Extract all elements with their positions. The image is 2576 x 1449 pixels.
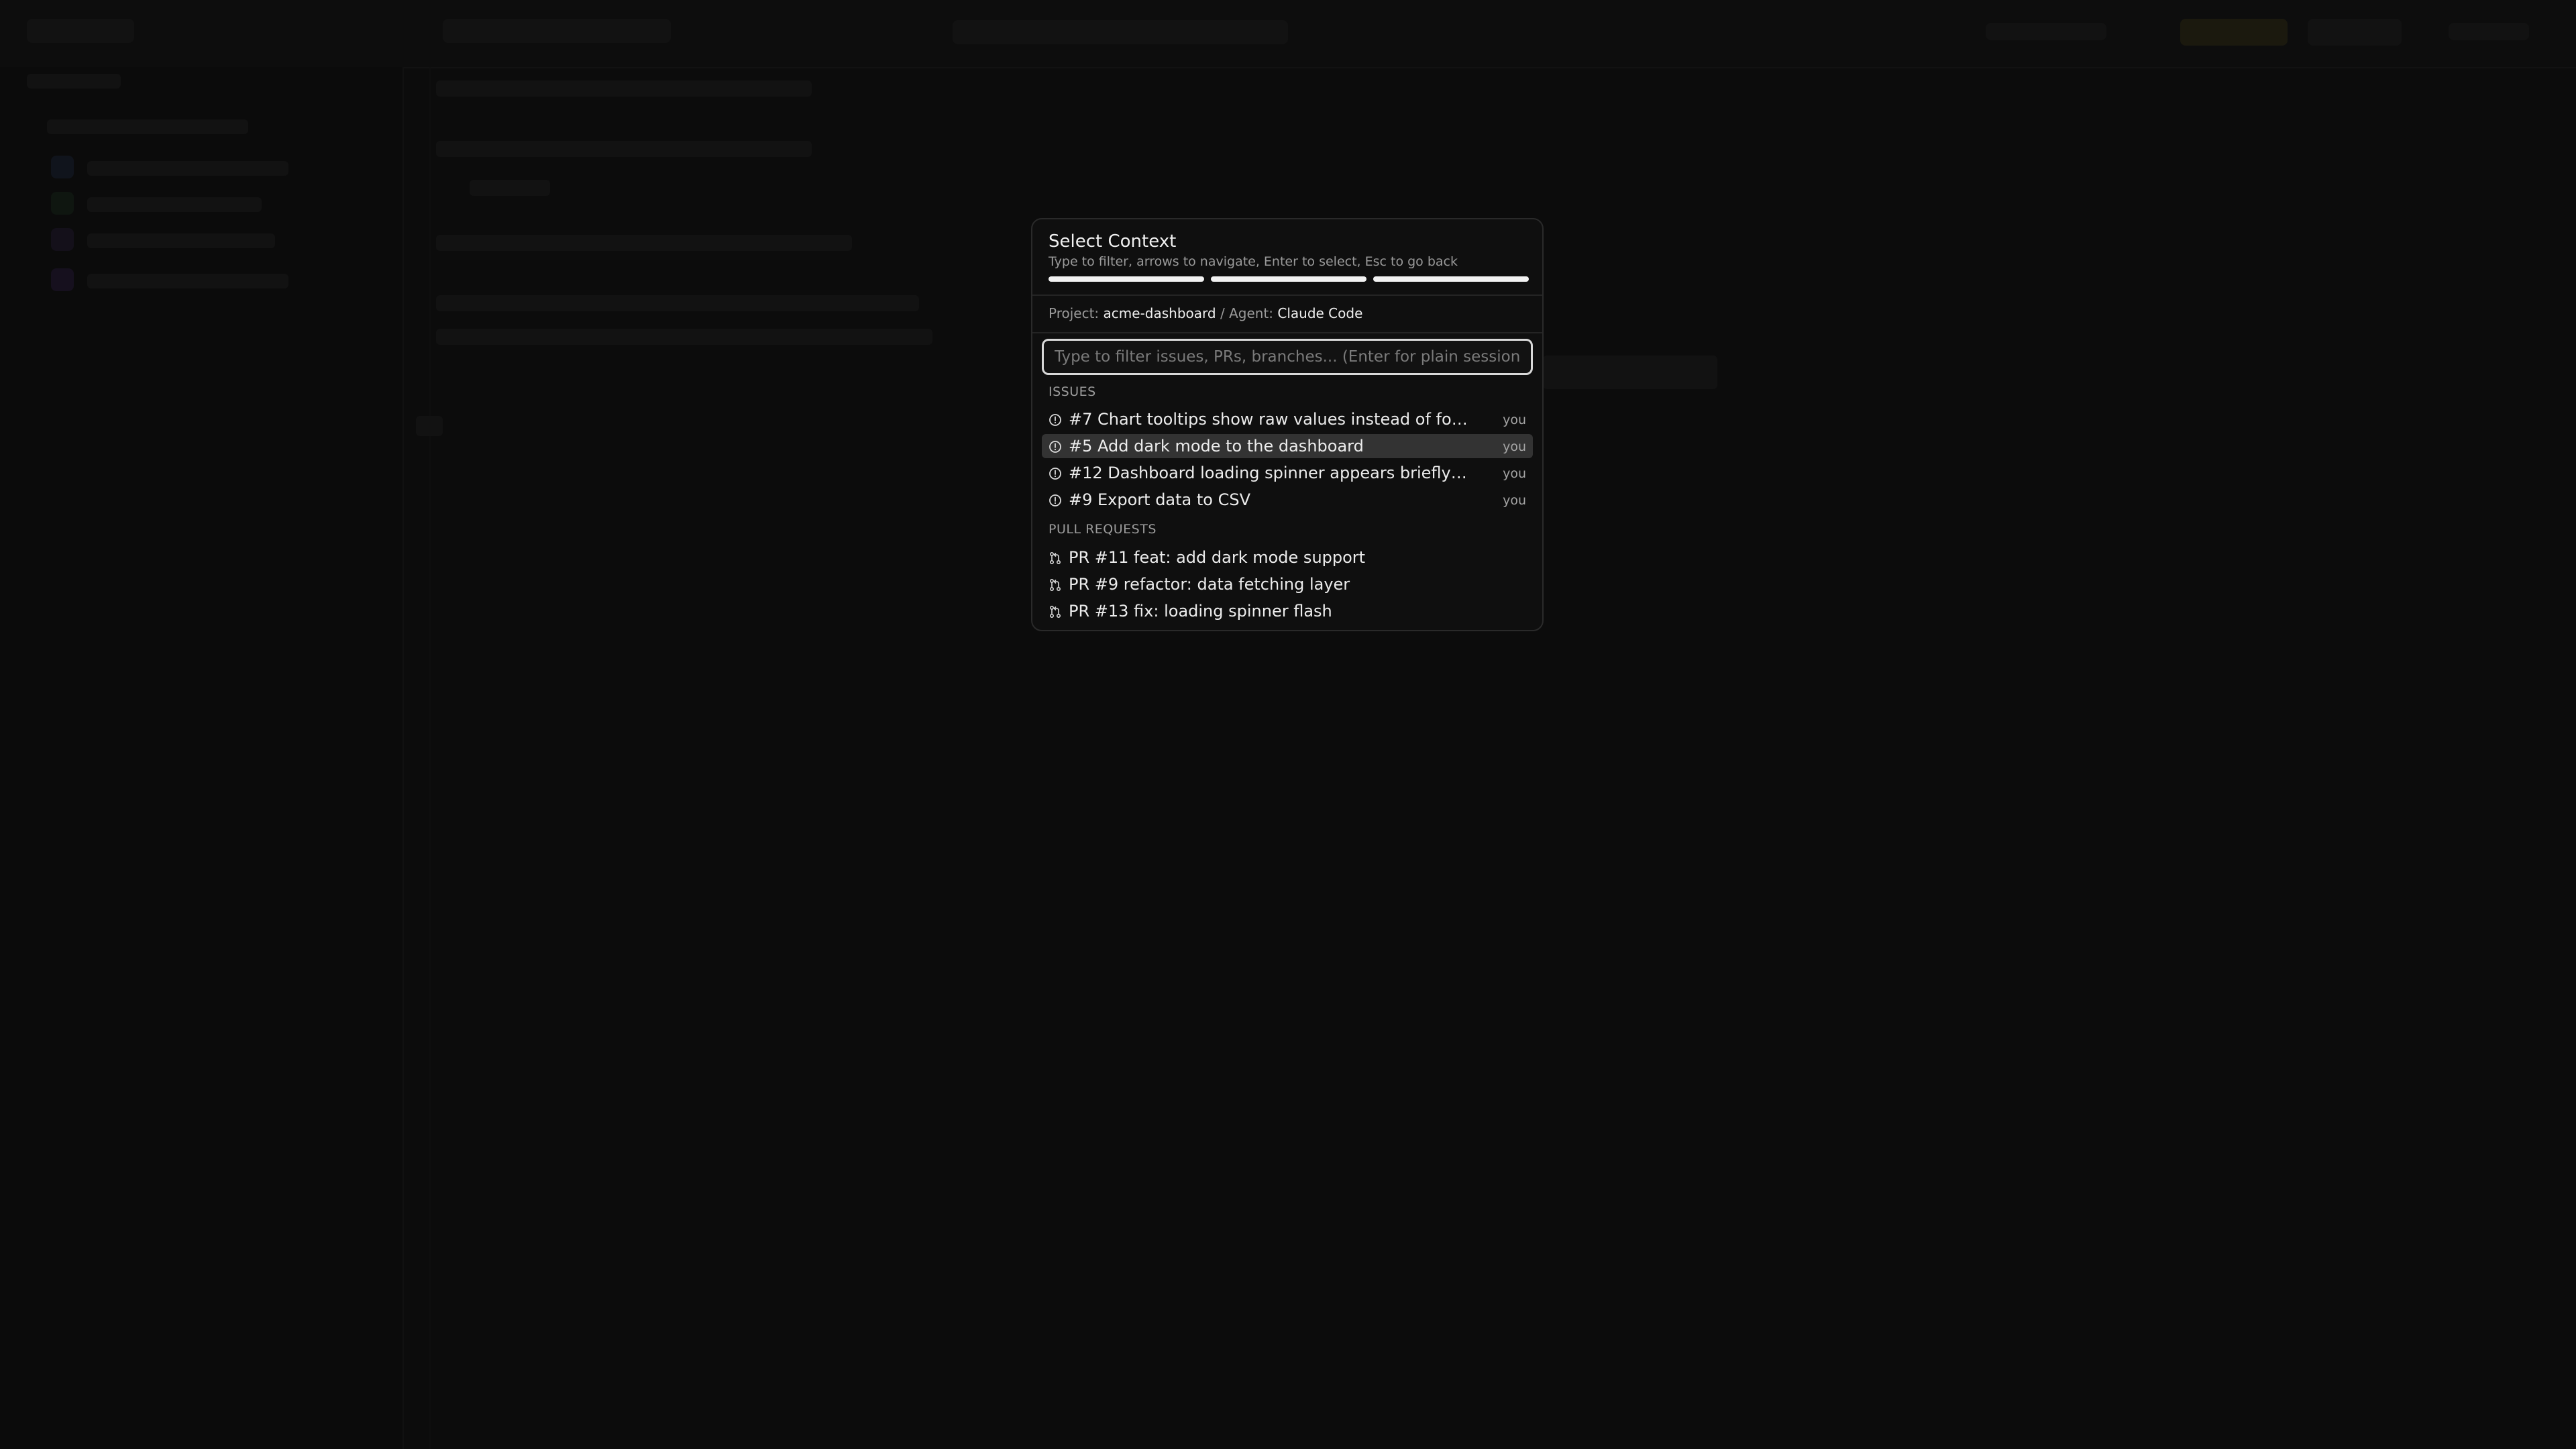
step-indicator: [1373, 276, 1529, 282]
step-progress: [1049, 276, 1529, 282]
pull-request-item[interactable]: PR #9 refactor: data fetching layer: [1042, 572, 1533, 596]
issues-section-label: ISSUES: [1049, 384, 1096, 399]
issue-item[interactable]: #5 Add dark mode to the dashboard you: [1042, 434, 1533, 458]
modal-header: Select Context Type to filter, arrows to…: [1032, 219, 1542, 296]
issue-item[interactable]: #9 Export data to CSV you: [1042, 488, 1533, 512]
issue-title: #12 Dashboard loading spinner appears br…: [1069, 464, 1471, 482]
pull-request-title: PR #9 refactor: data fetching layer: [1069, 575, 1350, 594]
modal-title: Select Context: [1049, 231, 1177, 252]
pull-requests-section-label: PULL REQUESTS: [1049, 522, 1157, 537]
modal-subtitle: Type to filter, arrows to navigate, Ente…: [1049, 254, 1458, 269]
agent-value: Claude Code: [1277, 305, 1363, 321]
step-indicator: [1049, 276, 1204, 282]
breadcrumb: Project: acme-dashboard / Agent: Claude …: [1049, 305, 1362, 321]
select-context-modal: Select Context Type to filter, arrows to…: [1031, 218, 1544, 631]
pull-request-icon: [1049, 578, 1062, 592]
pull-request-icon: [1049, 551, 1062, 565]
pull-request-icon: [1049, 605, 1062, 619]
assignee-label: you: [1503, 466, 1526, 481]
pull-request-item[interactable]: PR #11 feat: add dark mode support: [1042, 545, 1533, 570]
agent-label: Agent:: [1229, 305, 1273, 321]
assignee-label: you: [1503, 439, 1526, 454]
step-indicator: [1211, 276, 1366, 282]
issue-circle-icon: [1049, 494, 1062, 507]
project-value: acme-dashboard: [1103, 305, 1216, 321]
pull-request-item[interactable]: PR #13 fix: loading spinner flash: [1042, 599, 1533, 623]
issue-item[interactable]: #12 Dashboard loading spinner appears br…: [1042, 461, 1533, 485]
issue-circle-icon: [1049, 467, 1062, 480]
issue-item[interactable]: #7 Chart tooltips show raw values instea…: [1042, 407, 1533, 431]
issue-title: #5 Add dark mode to the dashboard: [1069, 437, 1364, 455]
pull-request-title: PR #11 feat: add dark mode support: [1069, 548, 1366, 567]
context-breadcrumb-bar: Project: acme-dashboard / Agent: Claude …: [1032, 296, 1542, 333]
filter-input[interactable]: [1042, 339, 1533, 375]
issue-title: #7 Chart tooltips show raw values instea…: [1069, 410, 1471, 429]
assignee-label: you: [1503, 413, 1526, 427]
issue-title: #9 Export data to CSV: [1069, 490, 1251, 509]
project-label: Project:: [1049, 305, 1099, 321]
issue-circle-icon: [1049, 413, 1062, 427]
pull-request-title: PR #13 fix: loading spinner flash: [1069, 602, 1332, 621]
breadcrumb-separator: /: [1220, 305, 1225, 321]
assignee-label: you: [1503, 493, 1526, 508]
modal-backdrop[interactable]: [0, 0, 2576, 1449]
issue-circle-icon: [1049, 440, 1062, 453]
